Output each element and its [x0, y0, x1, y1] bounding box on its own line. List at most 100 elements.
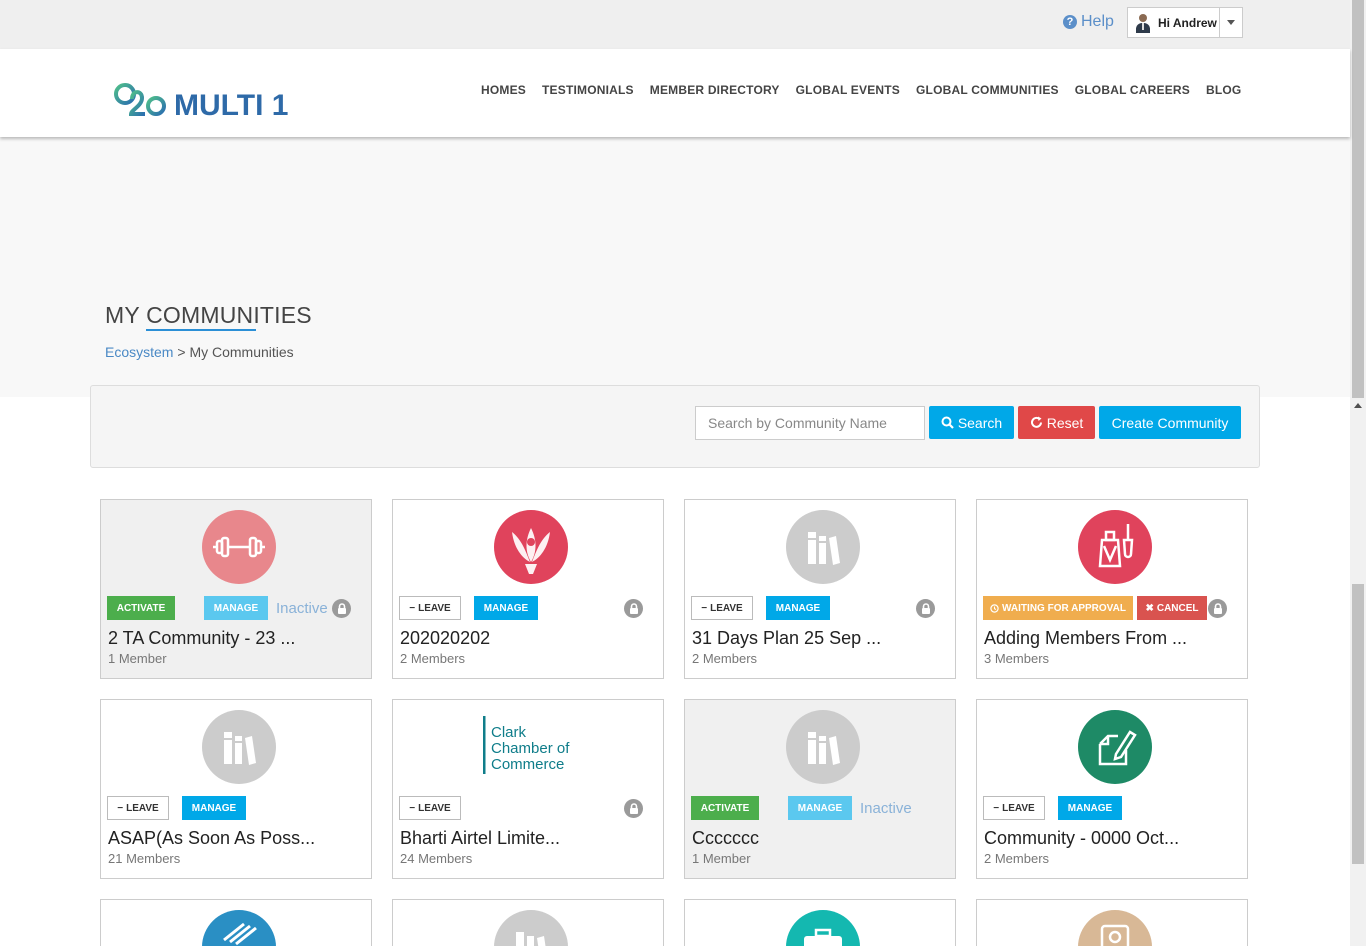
community-card[interactable] [684, 899, 956, 946]
page-title: MY COMMUNITIES [105, 302, 312, 328]
search-button-label: Search [957, 414, 1003, 431]
manage-button[interactable]: MANAGE [204, 596, 268, 620]
nav-global-events[interactable]: GLOBAL EVENTS [788, 83, 908, 97]
caret-down-icon [1227, 20, 1235, 25]
lock-icon [624, 799, 643, 818]
member-count: 2 Members [400, 651, 466, 666]
leave-button[interactable]: − LEAVE [399, 596, 461, 620]
books-icon [786, 510, 860, 584]
create-community-label: Create Community [1111, 414, 1229, 431]
community-name[interactable]: ASAP(As Soon As Poss... [108, 828, 315, 849]
page-scrollbar[interactable] [1350, 0, 1366, 946]
community-card[interactable] [100, 899, 372, 946]
nav-blog[interactable]: BLOG [1198, 83, 1249, 97]
manage-button[interactable]: MANAGE [1058, 796, 1122, 820]
community-name[interactable]: Adding Members From ... [984, 628, 1187, 649]
community-card[interactable]: − LEAVE MANAGE ASAP(As Soon As Poss... 2… [100, 699, 372, 879]
user-menu-button[interactable]: Hi Andrew [1128, 8, 1220, 37]
community-name[interactable]: Community - 0000 Oct... [984, 828, 1179, 849]
lock-icon [1208, 599, 1227, 618]
waiting-label: WAITING FOR APPROVAL [1002, 602, 1126, 614]
community-card[interactable]: − LEAVE MANAGE 31 Days Plan 25 Sep ... 2… [684, 499, 956, 679]
manage-button[interactable]: MANAGE [766, 596, 830, 620]
edit-note-icon [1078, 710, 1152, 784]
manage-button[interactable]: MANAGE [182, 796, 246, 820]
camera-icon [1078, 910, 1152, 946]
reset-button-label: Reset [1046, 414, 1084, 431]
svg-text:Chamber of: Chamber of [491, 740, 570, 757]
community-card[interactable]: − LEAVE MANAGE 202020202 2 Members [392, 499, 664, 679]
nav-global-careers[interactable]: GLOBAL CAREERS [1067, 83, 1198, 97]
leave-button[interactable]: − LEAVE [107, 796, 169, 820]
briefcase-icon [786, 910, 860, 946]
search-icon [941, 416, 954, 429]
cancel-request-button[interactable]: ✖ CANCEL [1137, 596, 1207, 620]
minus-icon: − [701, 602, 708, 614]
community-name[interactable]: 31 Days Plan 25 Sep ... [692, 628, 881, 649]
nav-global-communities[interactable]: GLOBAL COMMUNITIES [908, 83, 1067, 97]
community-card[interactable]: ACTIVATE MANAGE Inactive Ccccccc 1 Membe… [684, 699, 956, 879]
community-card[interactable]: − LEAVE MANAGE Community - 0000 Oct... 2… [976, 699, 1248, 879]
leave-label: LEAVE [418, 802, 451, 814]
member-count: 24 Members [400, 851, 473, 866]
minus-icon: − [409, 802, 416, 814]
member-count: 1 Member [108, 651, 167, 666]
cancel-label: CANCEL [1156, 602, 1199, 614]
dumbbell-icon [202, 510, 276, 584]
leave-button[interactable]: − LEAVE [691, 596, 753, 620]
books-icon [786, 710, 860, 784]
community-name[interactable]: Bharti Airtel Limite... [400, 828, 560, 849]
site-header: MULTI 1 HOMES TESTIMONIALS MEMBER DIRECT… [0, 49, 1350, 137]
nav-testimonials[interactable]: TESTIMONIALS [534, 83, 642, 97]
b2b-logo[interactable]: MULTI 1 [112, 64, 312, 122]
community-card[interactable]: WAITING FOR APPROVAL ✖ CANCEL Adding Mem… [976, 499, 1248, 679]
member-count: 21 Members [108, 851, 181, 866]
nav-homes[interactable]: HOMES [473, 83, 534, 97]
create-community-button[interactable]: Create Community [1099, 406, 1241, 439]
search-button[interactable]: Search [929, 406, 1014, 439]
leave-label: LEAVE [126, 802, 159, 814]
breadcrumb: Ecosystem > My Communities [105, 344, 294, 360]
scrollbar-thumb[interactable] [1352, 0, 1364, 398]
community-card[interactable]: Clark Chamber of Commerce − LEAVE Bharti… [392, 699, 664, 879]
user-menu-toggle[interactable] [1220, 20, 1242, 25]
svg-text:Commerce: Commerce [491, 756, 564, 773]
activate-button[interactable]: ACTIVATE [691, 796, 759, 820]
nav-member-directory[interactable]: MEMBER DIRECTORY [642, 83, 788, 97]
activate-button[interactable]: ACTIVATE [107, 596, 175, 620]
refresh-icon [1030, 416, 1042, 428]
member-count: 2 Members [984, 851, 1050, 866]
inactive-label: Inactive [860, 800, 912, 817]
user-greeting: Hi Andrew [1158, 15, 1217, 30]
user-menu[interactable]: Hi Andrew [1127, 7, 1243, 38]
page-hero: MY COMMUNITIES Ecosystem > My Communitie… [0, 137, 1350, 397]
help-link[interactable]: ? Help [1063, 13, 1114, 31]
community-name[interactable]: 202020202 [400, 628, 490, 649]
scroll-up-icon[interactable] [1354, 403, 1362, 408]
question-icon: ? [1063, 15, 1077, 29]
community-card[interactable] [392, 899, 664, 946]
community-search-input[interactable] [695, 406, 925, 440]
community-name[interactable]: 2 TA Community - 23 ... [108, 628, 295, 649]
member-count: 2 Members [692, 651, 758, 666]
leave-label: LEAVE [710, 602, 743, 614]
help-label: Help [1081, 13, 1114, 30]
community-name[interactable]: Ccccccc [692, 828, 759, 849]
community-card[interactable]: ACTIVATE MANAGE Inactive 2 TA Community … [100, 499, 372, 679]
inactive-label: Inactive [276, 600, 328, 617]
leave-button[interactable]: − LEAVE [983, 796, 1045, 820]
search-panel: Search Reset Create Community [90, 385, 1260, 468]
leave-button[interactable]: − LEAVE [399, 796, 461, 820]
community-card[interactable] [976, 899, 1248, 946]
breadcrumb-current: My Communities [189, 344, 294, 360]
reset-button[interactable]: Reset [1018, 406, 1095, 439]
breadcrumb-separator: > [177, 344, 186, 360]
manage-button[interactable]: MANAGE [474, 596, 538, 620]
handshake-icon [202, 910, 276, 946]
leave-label: LEAVE [1002, 802, 1035, 814]
scrollbar-thumb-secondary[interactable] [1352, 584, 1364, 864]
close-icon: ✖ [1145, 602, 1154, 614]
minus-icon: − [117, 802, 124, 814]
breadcrumb-ecosystem[interactable]: Ecosystem [105, 344, 173, 360]
manage-button[interactable]: MANAGE [788, 796, 852, 820]
